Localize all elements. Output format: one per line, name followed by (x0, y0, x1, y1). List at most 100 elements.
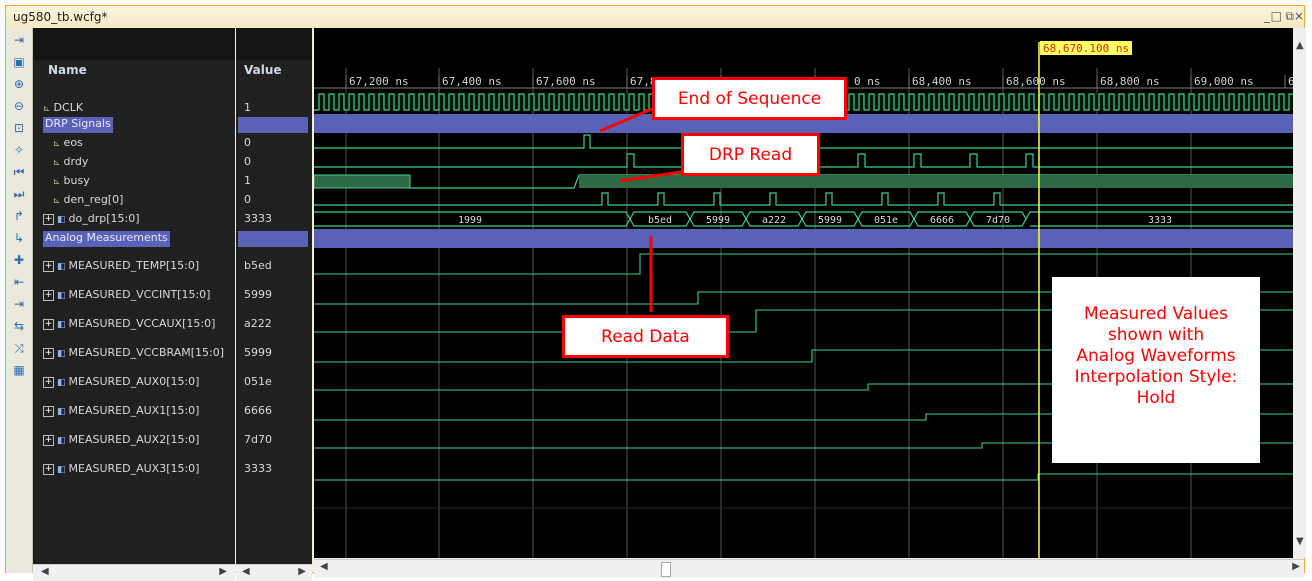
value-header-bar (236, 28, 312, 60)
zoom-out-icon[interactable]: ⊖ (11, 98, 27, 114)
signal-row[interactable]: ⊾ busy (53, 174, 90, 190)
signal-value: 051e (244, 375, 272, 388)
restore-icon[interactable]: ⧉ (1285, 9, 1294, 24)
analog-signal-icon: ◧ (57, 291, 66, 301)
callout-pointers (599, 104, 689, 312)
signal-name-panel: Name ⊾ DCLK DRP Signals ⊾ eos ⊾ drdy ⊾ busy … (33, 28, 235, 581)
analog-signal-icon: ◧ (57, 320, 66, 330)
expand-icon[interactable]: + (43, 260, 54, 272)
close-icon[interactable]: × (1294, 9, 1304, 23)
tick-label: 68,600 ns (1006, 75, 1066, 88)
signal-row[interactable]: + ◧ MEASURED_AUX1[15:0] (43, 404, 199, 420)
signal-value: b5ed (244, 259, 272, 272)
zoom-in-icon[interactable]: ⊕ (11, 76, 27, 92)
scroll-right-icon[interactable]: ▶ (298, 566, 306, 577)
waveform-toolbar: ⇥ ▣ ⊕ ⊖ ⊡ ✧ ⏮ ⏭ ↱ ↳ ✚ ⇤ ⇥ ⇆ ⤨ ▦ (6, 28, 33, 573)
signal-row[interactable]: + ◧ MEASURED_AUX0[15:0] (43, 375, 199, 391)
signal-row[interactable]: ⊾ eos (53, 136, 83, 152)
analog-signal-icon: ◧ (57, 349, 66, 359)
expand-icon[interactable]: + (43, 318, 54, 330)
signal-row[interactable]: + ◧ MEASURED_VCCBRAM[15:0] (43, 346, 224, 362)
tick-label: 0 ns (854, 75, 881, 88)
scroll-up-icon[interactable]: ▲ (1296, 40, 1304, 51)
expand-icon[interactable]: + (43, 289, 54, 301)
measured-aux3-waveform (314, 473, 1293, 481)
busy-waveform-high[interactable] (314, 174, 411, 189)
add-marker-icon[interactable]: ✚ (11, 252, 27, 268)
next-marker-icon[interactable]: ⇥ (11, 296, 27, 312)
expand-icon[interactable]: + (43, 405, 54, 417)
do-drp-value: b5ed (648, 215, 672, 226)
go-to-end-icon[interactable]: ⏭ (11, 186, 27, 202)
do-drp-value: 051e (874, 215, 898, 226)
maximize-icon[interactable]: □ (1271, 9, 1282, 23)
group-row[interactable]: DRP Signals (43, 117, 113, 133)
go-to-start-icon[interactable]: ⏮ (11, 164, 27, 180)
value-panel-scrollbar[interactable]: ◀ ▶ (236, 564, 312, 581)
scroll-left-icon[interactable]: ◀ (320, 561, 328, 572)
do-drp-value: a222 (762, 215, 786, 226)
group-value-bar (238, 231, 308, 247)
swap-cursors-icon[interactable]: ⇆ (11, 318, 27, 334)
expand-icon[interactable]: + (43, 434, 54, 446)
cursor-icon[interactable]: ✧ (11, 142, 27, 158)
den-reg-waveform (314, 192, 1293, 206)
scroll-down-icon[interactable]: ▼ (1296, 536, 1304, 547)
signal-value: 7d70 (244, 433, 272, 446)
name-panel-scrollbar[interactable]: ◀ ▶ (33, 564, 235, 581)
signal-row[interactable]: + ◧ MEASURED_AUX2[15:0] (43, 433, 199, 449)
name-column-header[interactable]: Name (48, 63, 87, 77)
previous-transition-icon[interactable]: ↱ (11, 208, 27, 224)
signal-row[interactable]: ⊾ drdy (53, 155, 88, 171)
analog-signal-icon: ◧ (57, 407, 66, 417)
snap-to-transition-icon[interactable]: ⤨ (11, 340, 27, 356)
do-drp-value: 6666 (930, 215, 954, 226)
save-icon[interactable]: ▣ (11, 54, 27, 70)
next-transition-icon[interactable]: ↳ (11, 230, 27, 246)
bit-signal-icon: ⊾ (53, 158, 61, 168)
go-to-cursor-icon[interactable]: ⇥ (11, 32, 27, 48)
drp-read-callout: DRP Read (681, 133, 820, 176)
scroll-thumb[interactable] (661, 562, 671, 577)
group-value-bar (238, 117, 308, 133)
scroll-left-icon[interactable]: ◀ (242, 566, 250, 577)
signal-value: a222 (244, 317, 272, 330)
analog-measurements-group-band (314, 229, 1293, 248)
signal-value: 0 (244, 193, 251, 206)
tick-label: 69,000 ns (1194, 75, 1254, 88)
signal-row[interactable]: + ◧ MEASURED_AUX3[15:0] (43, 462, 199, 478)
signal-value: 6666 (244, 404, 272, 417)
waveform-horizontal-scrollbar[interactable]: ◀ ▶ (314, 559, 1304, 578)
minimize-icon[interactable]: _ (1264, 9, 1270, 23)
signal-row[interactable]: + ◧ MEASURED_VCCINT[15:0] (43, 288, 210, 304)
signal-row[interactable]: + ◧ MEASURED_VCCAUX[15:0] (43, 317, 215, 333)
expand-icon[interactable]: + (43, 347, 54, 359)
signal-row[interactable]: ⊾ DCLK (43, 101, 83, 117)
value-column-header[interactable]: Value (244, 63, 282, 77)
bit-signal-icon: ⊾ (53, 139, 61, 149)
zoom-fit-icon[interactable]: ⊡ (11, 120, 27, 136)
group-row[interactable]: Analog Measurements (43, 231, 170, 247)
bit-signal-icon: ⊾ (53, 177, 61, 187)
waveform-vertical-scrollbar[interactable]: ▲ ▼ (1294, 28, 1306, 558)
floating-ruler-icon[interactable]: ▦ (11, 362, 27, 378)
scroll-right-icon[interactable]: ▶ (219, 566, 227, 577)
scroll-left-icon[interactable]: ◀ (41, 566, 49, 577)
measured-values-note: Measured Values shown with Analog Wavefo… (1052, 277, 1260, 463)
signal-row[interactable]: + ◧ do_drp[15:0] (43, 212, 140, 228)
do-drp-value: 7d70 (986, 215, 1010, 226)
signal-row[interactable]: + ◧ MEASURED_TEMP[15:0] (43, 259, 199, 275)
signal-row[interactable]: ⊾ den_reg[0] (53, 193, 123, 209)
do-drp-value: 5999 (706, 215, 730, 226)
signal-value: 0 (244, 136, 251, 149)
previous-marker-icon[interactable]: ⇤ (11, 274, 27, 290)
expand-icon[interactable]: + (43, 463, 54, 475)
expand-icon[interactable]: + (43, 213, 54, 225)
title-bar: ug580_tb.wcfg* _ □ ⧉ × (6, 6, 1304, 29)
end-of-sequence-callout: End of Sequence (652, 77, 847, 120)
signal-value: 1 (244, 174, 251, 187)
bit-signal-icon: ⊾ (53, 196, 61, 206)
signal-value: 0 (244, 155, 251, 168)
scroll-right-icon[interactable]: ▶ (1292, 561, 1300, 572)
expand-icon[interactable]: + (43, 376, 54, 388)
